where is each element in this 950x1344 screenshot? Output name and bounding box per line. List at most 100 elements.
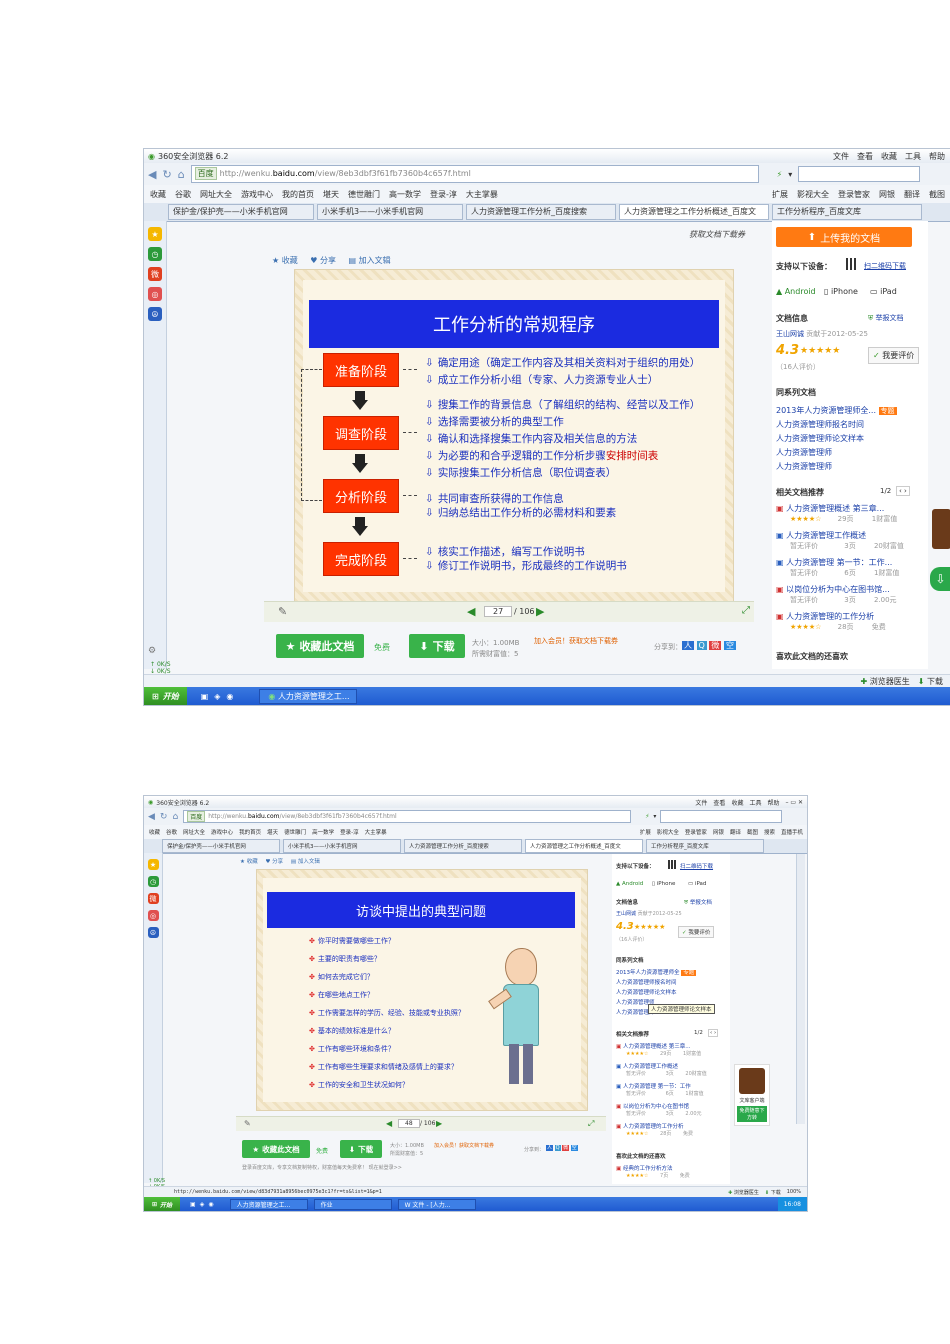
tab-hr-search[interactable]: 人力资源管理工作分析_百度搜索 bbox=[404, 839, 522, 853]
tool-item[interactable]: 扩展 bbox=[772, 189, 788, 200]
series-doc-link[interactable]: 人力资源管理师 bbox=[776, 461, 832, 472]
fav-item[interactable]: 收藏 bbox=[150, 189, 166, 200]
home-icon[interactable]: ⌂ bbox=[172, 812, 178, 822]
download-button[interactable]: ⬇ 下载 bbox=[409, 634, 465, 658]
prev-page-icon[interactable]: ◀ bbox=[386, 1119, 392, 1128]
collect-doc-button[interactable]: ★ 收藏此文档 bbox=[276, 634, 364, 658]
home-icon[interactable]: ⌂ bbox=[178, 168, 185, 181]
tool-item[interactable]: 影视大全 bbox=[657, 828, 679, 836]
share-icons[interactable]: 人 Q 微 空 bbox=[682, 640, 736, 651]
fullscreen-icon[interactable]: ⤢ bbox=[588, 1119, 594, 1129]
share-link[interactable]: ♥ 分享 bbox=[310, 256, 336, 265]
related-doc-item[interactable]: ▣ 人力资源管理的工作分析 ★★★★☆ 28页 免费 bbox=[616, 1122, 728, 1137]
dropdown-icon[interactable]: ▾ bbox=[788, 170, 792, 179]
related-doc-item[interactable]: ▣ 人力资源管理 第一节：工作... 暂无评价 6页 1财富值 bbox=[776, 557, 926, 578]
fav-item[interactable]: 网址大全 bbox=[200, 189, 232, 200]
app-icon[interactable]: ◎ bbox=[148, 287, 162, 301]
page-input[interactable]: 27 bbox=[484, 606, 513, 617]
fav-item[interactable]: 游戏中心 bbox=[211, 828, 233, 836]
fav-item[interactable]: 谷歌 bbox=[166, 828, 177, 836]
menu-view[interactable]: 查看 bbox=[857, 151, 873, 162]
dropdown-icon[interactable]: ▾ bbox=[653, 813, 656, 820]
fullscreen-icon[interactable]: ⤢ bbox=[742, 605, 750, 616]
tab-hr-search[interactable]: 人力资源管理工作分析_百度搜索 bbox=[466, 203, 616, 221]
star-icon[interactable]: ★ bbox=[148, 227, 162, 241]
fav-item[interactable]: 堪天 bbox=[323, 189, 339, 200]
start-button[interactable]: ⊞ 开始 bbox=[144, 1197, 181, 1211]
peace-icon[interactable]: ☮ bbox=[148, 307, 162, 321]
report-doc-link[interactable]: ⛨ 举报文档 bbox=[868, 313, 903, 323]
tool-item[interactable]: 网银 bbox=[879, 189, 895, 200]
tab-hr-overview[interactable]: 人力资源管理之工作分析概述_百度文 bbox=[619, 203, 769, 221]
tool-item[interactable]: 影视大全 bbox=[797, 189, 829, 200]
login-note[interactable]: 登录百度文库，专享文档复制特权，财富值每天免费拿！ 现在就登录>> bbox=[242, 1164, 402, 1171]
menu-file[interactable]: 文件 bbox=[833, 151, 849, 162]
bolt-icon[interactable]: ⚡ bbox=[777, 170, 783, 179]
taskbar-task[interactable]: W 文件 - [人力... bbox=[397, 1198, 476, 1210]
qr-download-link[interactable]: 扫二维码下载 bbox=[864, 261, 906, 271]
menu-favorites[interactable]: 收藏 bbox=[731, 798, 743, 807]
collect-doc-button[interactable]: ★ 收藏此文档 bbox=[242, 1140, 310, 1158]
menu-help[interactable]: 帮助 bbox=[929, 151, 945, 162]
qr-code-icon[interactable] bbox=[846, 258, 858, 270]
settings-icon[interactable]: ⚙ bbox=[148, 646, 156, 656]
tool-item[interactable]: 翻译 bbox=[730, 828, 741, 836]
clock-icon[interactable]: ◷ bbox=[147, 876, 159, 887]
prev-page-icon[interactable]: ◀ bbox=[467, 605, 475, 618]
related-doc-item[interactable]: ▣ 以岗位分析为中心在图书馆... 暂无评价 3页 2.00元 bbox=[776, 584, 926, 605]
menu-file[interactable]: 文件 bbox=[695, 798, 707, 807]
url-field[interactable]: 百度 http://wenku. baidu.com/view/8eb3dbf3f… bbox=[190, 165, 759, 183]
add-collection-link[interactable]: ▤ 加入文辑 bbox=[349, 256, 391, 265]
fav-item[interactable]: 我的首页 bbox=[282, 189, 314, 200]
series-doc-link[interactable]: 人力资源管理师 bbox=[776, 447, 832, 458]
back-icon[interactable]: ◀ bbox=[148, 168, 156, 181]
share-icons[interactable]: 人 Q 微 空 bbox=[546, 1144, 578, 1151]
qr-code-icon[interactable] bbox=[668, 860, 677, 869]
vip-link[interactable]: 加入会员！获取文档下载券 bbox=[534, 636, 618, 646]
series-doc-link[interactable]: 人力资源管理师报名时间 bbox=[616, 978, 677, 986]
qr-download-link[interactable]: 扫二维码下载 bbox=[680, 862, 713, 870]
fav-item[interactable]: 堪天 bbox=[267, 828, 278, 836]
fav-item[interactable]: 登录-淳 bbox=[340, 828, 359, 836]
related-doc-item[interactable]: ▣ 人力资源管理工作概述 暂无评价 3页 20财富值 bbox=[616, 1062, 728, 1077]
tool-item[interactable]: 直播手机 bbox=[781, 828, 803, 836]
rate-doc-button[interactable]: ✓ 我要评价 bbox=[868, 347, 920, 364]
tool-item[interactable]: 翻译 bbox=[904, 189, 920, 200]
search-engine-selector[interactable]: 百度 bbox=[194, 167, 217, 181]
share-link[interactable]: ♥ 分享 bbox=[265, 859, 283, 865]
add-collection-link[interactable]: ▤ 加入文辑 bbox=[291, 859, 320, 865]
weibo-icon[interactable]: 微 bbox=[147, 893, 159, 904]
url-field[interactable]: 百度 http://wenku. baidu.com/view/8eb3dbf3f… bbox=[183, 809, 632, 824]
tab-xiaomi-protector[interactable]: 保护金/保护壳——小米手机官网 bbox=[162, 839, 280, 853]
series-doc-link[interactable]: 2013年人力资源管理师全... 专题 bbox=[776, 405, 897, 416]
fav-item[interactable]: 高一数学 bbox=[312, 828, 334, 836]
next-page-icon[interactable]: ▶ bbox=[436, 1119, 442, 1128]
pencil-icon[interactable]: ✎ bbox=[278, 605, 287, 618]
related-doc-item[interactable]: ▣ 以岗位分析为中心在图书馆 暂无评价 3页 2.00元 bbox=[616, 1102, 728, 1117]
star-icon[interactable]: ★ bbox=[147, 859, 159, 870]
search-engine-selector[interactable]: 百度 bbox=[187, 810, 206, 822]
collect-link[interactable]: ★ 收藏 bbox=[272, 256, 298, 265]
quicklaunch-icons[interactable]: ▣◈◉ bbox=[201, 692, 240, 701]
download-button[interactable]: ⬇ 下载 bbox=[340, 1140, 382, 1158]
taskbar-task[interactable]: 作业 bbox=[313, 1198, 392, 1210]
tool-item[interactable]: 截图 bbox=[747, 828, 758, 836]
tool-item[interactable]: 搜索 bbox=[764, 828, 775, 836]
upload-doc-button[interactable]: ⬆ 上传我的文档 bbox=[776, 227, 912, 247]
quicklaunch-icons[interactable]: ▣◈◉ bbox=[190, 1201, 218, 1208]
series-doc-link[interactable]: 2013年人力资源管理师全 专题 bbox=[616, 968, 697, 976]
menu-favorites[interactable]: 收藏 bbox=[881, 151, 897, 162]
fav-item[interactable]: 谷歌 bbox=[175, 189, 191, 200]
related-pager-icon[interactable]: ‹ › bbox=[708, 1029, 719, 1037]
fav-item[interactable]: 登录-淳 bbox=[430, 189, 457, 200]
tab-job-analysis[interactable]: 工作分析程序_百度文库 bbox=[772, 203, 922, 221]
report-doc-link[interactable]: ⛨ 举报文档 bbox=[684, 898, 712, 907]
fav-item[interactable]: 德世雕门 bbox=[284, 828, 306, 836]
tool-item[interactable]: 登录管家 bbox=[685, 828, 707, 836]
series-doc-link[interactable]: 人力资源管理师论文样本 bbox=[616, 988, 677, 996]
bolt-icon[interactable]: ⚡ bbox=[645, 813, 649, 820]
taskbar-task[interactable]: ◉ 人力资源管理之工... bbox=[259, 688, 358, 704]
tab-xiaomi-phone3[interactable]: 小米手机3——小米手机官网 bbox=[283, 839, 401, 853]
peace-icon[interactable]: ☮ bbox=[147, 927, 159, 938]
menu-view[interactable]: 查看 bbox=[713, 798, 725, 807]
